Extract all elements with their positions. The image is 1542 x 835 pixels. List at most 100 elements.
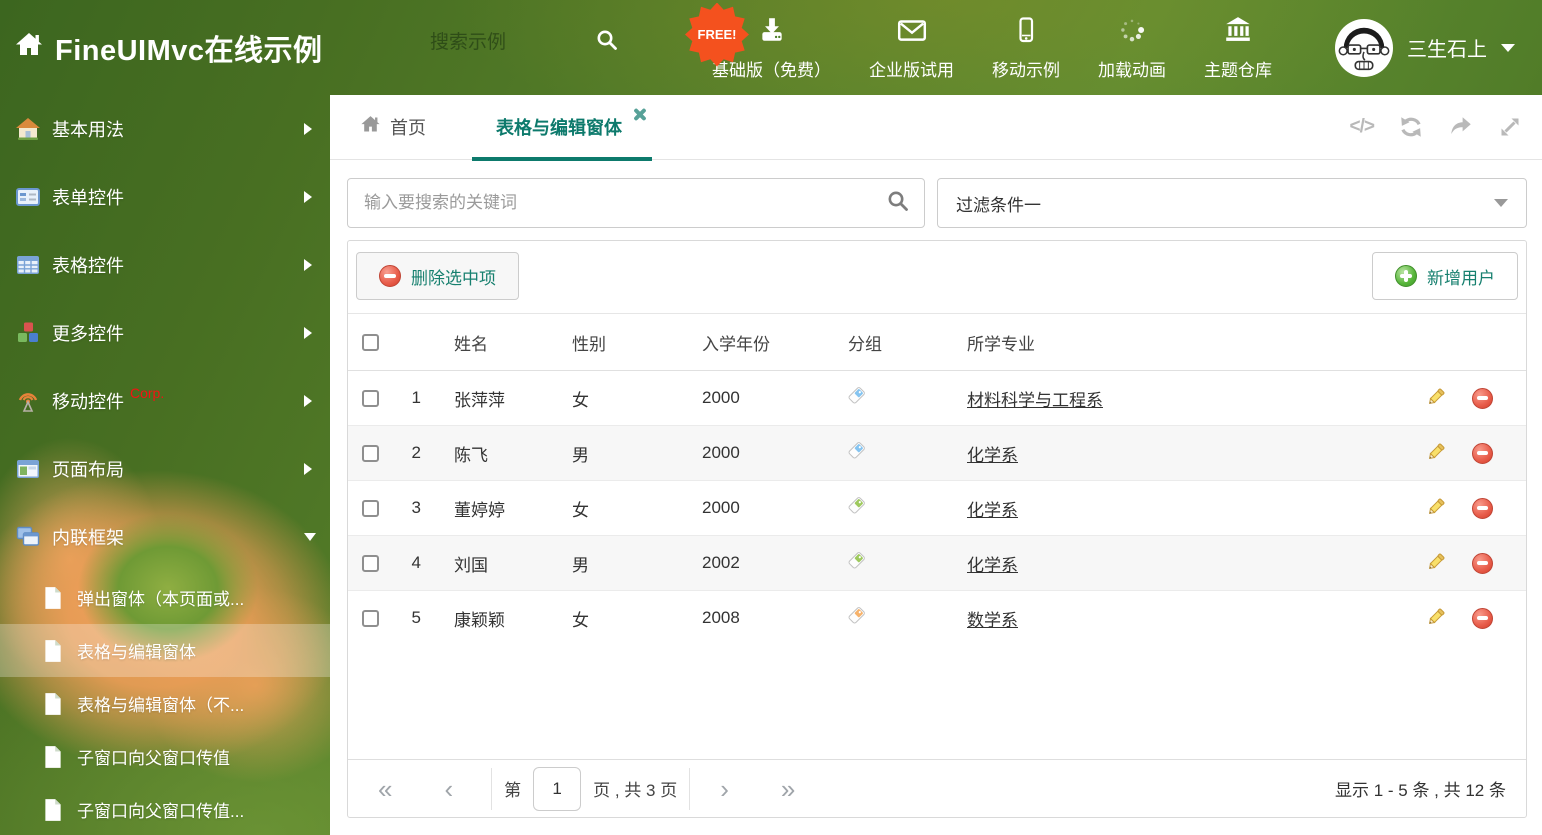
sidebar-subitem-child-to-parent[interactable]: 子窗口向父窗口传值	[0, 730, 330, 783]
cell-gender: 女	[572, 500, 589, 520]
edit-icon[interactable]	[1426, 440, 1448, 467]
file-icon	[42, 692, 64, 716]
chevron-right-icon	[304, 395, 312, 407]
select-all-checkbox[interactable]	[362, 334, 379, 352]
table-row[interactable]: 1 张萍萍 女 2000 材料科学与工程系	[348, 371, 1526, 426]
divider	[491, 767, 493, 810]
sidebar-item-more-controls[interactable]: 更多控件	[0, 299, 330, 367]
row-checkbox[interactable]	[362, 445, 379, 463]
major-link[interactable]: 化学系	[967, 501, 1018, 520]
logo[interactable]: FineUIMvc在线示例	[0, 27, 323, 69]
file-icon	[42, 798, 64, 822]
user-menu[interactable]: 三生石上	[1335, 0, 1515, 95]
user-table: 姓名 性别 入学年份 分组 所学专业 1 张萍萍女 2000 材料科学与工程系 2 陈飞男…	[348, 313, 1526, 646]
row-number: 1	[411, 388, 421, 407]
app-root: FineUIMvc在线示例 FREE! 基础版（免费） 企业版试用	[0, 0, 1542, 835]
sidebar: 基本用法 表单控件 表格控件 更多控件 移动控件 Corp. 页面布局 内联框架…	[0, 95, 330, 835]
row-number: 2	[411, 443, 421, 462]
keyword-search-input[interactable]	[364, 193, 886, 213]
sidebar-subitem-popup-window[interactable]: 弹出窗体（本页面或...	[0, 571, 330, 624]
cell-name: 刘国	[454, 555, 488, 575]
add-user-button[interactable]: 新增用户	[1372, 252, 1518, 300]
bank-icon	[1223, 15, 1253, 50]
sidebar-subitem-grid-edit-window[interactable]: 表格与编辑窗体	[0, 624, 330, 677]
sidebar-item-form-controls[interactable]: 表单控件	[0, 163, 330, 231]
edit-icon[interactable]	[1426, 605, 1448, 632]
header-search-input[interactable]	[430, 31, 595, 54]
row-number: 5	[411, 608, 421, 628]
major-link[interactable]: 材料科学与工程系	[967, 391, 1103, 410]
major-link[interactable]: 数学系	[967, 611, 1018, 630]
row-checkbox[interactable]	[362, 500, 379, 518]
search-icon[interactable]	[886, 189, 910, 218]
expand-icon[interactable]	[1498, 115, 1522, 139]
delete-icon[interactable]	[1472, 552, 1493, 574]
delete-icon[interactable]	[1472, 607, 1493, 629]
keyword-search[interactable]	[347, 178, 925, 228]
chevron-right-icon	[304, 327, 312, 339]
major-link[interactable]: 化学系	[967, 556, 1018, 575]
prev-page-icon[interactable]: ‹	[444, 776, 453, 802]
edit-icon[interactable]	[1426, 550, 1448, 577]
tab-home[interactable]: 首页	[360, 114, 426, 140]
file-icon	[42, 586, 64, 610]
sidebar-item-page-layout[interactable]: 页面布局	[0, 435, 330, 503]
first-page-icon[interactable]: «	[378, 776, 392, 802]
nav-item-basic-free[interactable]: FREE! 基础版（免费）	[685, 2, 831, 81]
source-code-icon[interactable]: </>	[1350, 116, 1376, 138]
table-row[interactable]: 3 董婷婷 女 2000 化学系	[348, 480, 1526, 536]
header-search[interactable]	[430, 28, 640, 57]
share-icon[interactable]	[1448, 114, 1474, 140]
nav-item-mobile-demo[interactable]: 移动示例	[992, 15, 1060, 81]
cell-actions	[1416, 536, 1526, 591]
header: FineUIMvc在线示例 FREE! 基础版（免费） 企业版试用	[0, 0, 1542, 95]
delete-icon[interactable]	[1472, 387, 1493, 409]
last-page-icon[interactable]: »	[781, 776, 795, 802]
edit-icon[interactable]	[1426, 385, 1448, 412]
page-body: 过滤条件一 删除选中项 新增用户	[330, 160, 1542, 818]
sidebar-item-iframe[interactable]: 内联框架	[0, 503, 330, 571]
table-row[interactable]: 4 刘国 男 2002 化学系	[348, 535, 1526, 591]
row-number: 4	[411, 553, 421, 572]
tab-label: 表格与编辑窗体	[496, 118, 622, 138]
avatar[interactable]	[1335, 18, 1393, 77]
sidebar-subitem-child-to-parent-2[interactable]: 子窗口向父窗口传值...	[0, 783, 330, 835]
next-page-icon[interactable]: ›	[720, 776, 729, 802]
user-name: 三生石上	[1407, 39, 1487, 61]
cell-group	[841, 591, 956, 646]
filter-row: 过滤条件一	[347, 178, 1527, 228]
nav-item-enterprise-trial[interactable]: 企业版试用	[869, 15, 954, 81]
major-link[interactable]: 化学系	[967, 446, 1018, 465]
col-rownum	[393, 313, 443, 371]
nav-item-loading-anim[interactable]: 加载动画	[1098, 15, 1166, 81]
cell-group	[841, 481, 956, 536]
sidebar-item-mobile-controls[interactable]: 移动控件 Corp.	[0, 367, 330, 435]
delete-icon[interactable]	[1472, 497, 1493, 519]
delete-selected-button[interactable]: 删除选中项	[356, 252, 519, 300]
page-number-input[interactable]	[533, 766, 582, 811]
cell-actions	[1416, 426, 1526, 481]
row-checkbox[interactable]	[362, 390, 379, 408]
spinner-icon	[1117, 15, 1147, 50]
tab-toolbar: </>	[1350, 114, 1522, 140]
close-icon[interactable]	[633, 108, 646, 121]
row-checkbox[interactable]	[362, 610, 379, 628]
nav-item-theme-repo[interactable]: 主题仓库	[1204, 15, 1272, 81]
table-row[interactable]: 5 康颖颖 女 2008 数学系	[348, 590, 1526, 646]
delete-icon[interactable]	[1472, 442, 1493, 464]
minus-circle-icon	[379, 265, 401, 287]
table-row[interactable]: 2 陈飞 男 2000 化学系	[348, 425, 1526, 481]
search-icon[interactable]	[595, 28, 619, 57]
chevron-right-icon	[304, 191, 312, 203]
refresh-icon[interactable]	[1398, 114, 1424, 140]
filter-dropdown[interactable]: 过滤条件一	[937, 178, 1527, 228]
sidebar-item-basic-usage[interactable]: 基本用法	[0, 95, 330, 163]
cell-major: 化学系	[956, 536, 1416, 591]
sidebar-item-grid-controls[interactable]: 表格控件	[0, 231, 330, 299]
table-icon	[15, 252, 41, 278]
tab-grid-edit-window[interactable]: 表格与编辑窗体	[472, 95, 652, 161]
row-checkbox[interactable]	[362, 555, 379, 573]
cell-year: 2002	[702, 553, 740, 572]
sidebar-subitem-grid-edit-window-2[interactable]: 表格与编辑窗体（不...	[0, 677, 330, 730]
edit-icon[interactable]	[1426, 495, 1448, 522]
